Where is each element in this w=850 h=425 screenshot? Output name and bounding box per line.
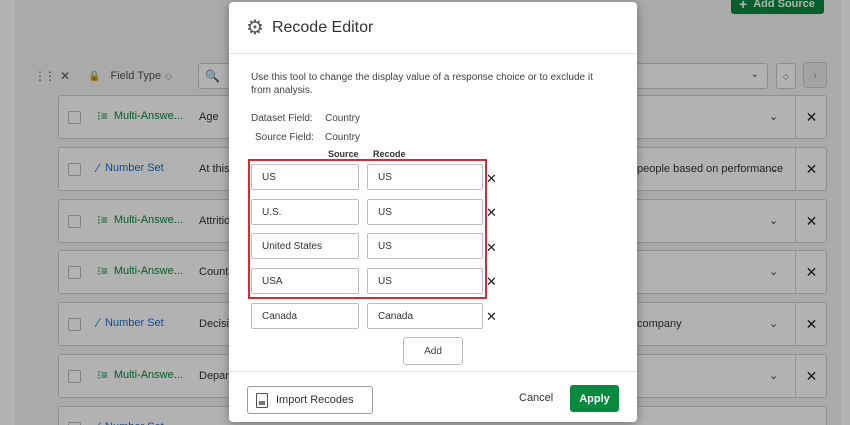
highlight-box: [248, 159, 487, 299]
recode-editor-dialog: ⚙ Recode Editor Use this tool to change …: [229, 2, 637, 422]
dataset-field-value: Country: [325, 113, 361, 124]
source-field-value: Country: [325, 132, 361, 143]
source-value-input[interactable]: Canada: [251, 303, 359, 329]
remove-recode-icon[interactable]: ✕: [486, 309, 497, 325]
import-file-icon: [256, 392, 268, 408]
recode-column-header: Recode: [373, 149, 406, 159]
remove-recode-icon[interactable]: ✕: [486, 205, 497, 221]
import-recodes-button[interactable]: Import Recodes: [247, 386, 373, 414]
gear-icon: ⚙: [246, 16, 264, 39]
source-field-label: Source Field:: [255, 132, 314, 143]
dialog-header: ⚙ Recode Editor: [229, 2, 637, 54]
dataset-field-label: Dataset Field:: [251, 113, 313, 124]
apply-button[interactable]: Apply: [570, 385, 619, 412]
import-recodes-label: Import Recodes: [276, 394, 354, 406]
dialog-title: Recode Editor: [271, 18, 374, 36]
recode-value-input[interactable]: Canada: [367, 303, 483, 329]
dialog-footer: Import Recodes Cancel Apply: [229, 371, 637, 422]
dialog-intro: Use this tool to change the display valu…: [251, 72, 593, 96]
cancel-button[interactable]: Cancel: [519, 392, 553, 404]
remove-recode-icon[interactable]: ✕: [486, 274, 497, 290]
dataset-field-line: Dataset Field: Country: [251, 113, 360, 124]
source-field-line: Source Field: Country: [255, 132, 360, 143]
remove-recode-icon[interactable]: ✕: [486, 171, 497, 187]
source-column-header: Source: [328, 149, 359, 159]
remove-recode-icon[interactable]: ✕: [486, 240, 497, 256]
add-recode-button[interactable]: Add: [403, 337, 463, 365]
